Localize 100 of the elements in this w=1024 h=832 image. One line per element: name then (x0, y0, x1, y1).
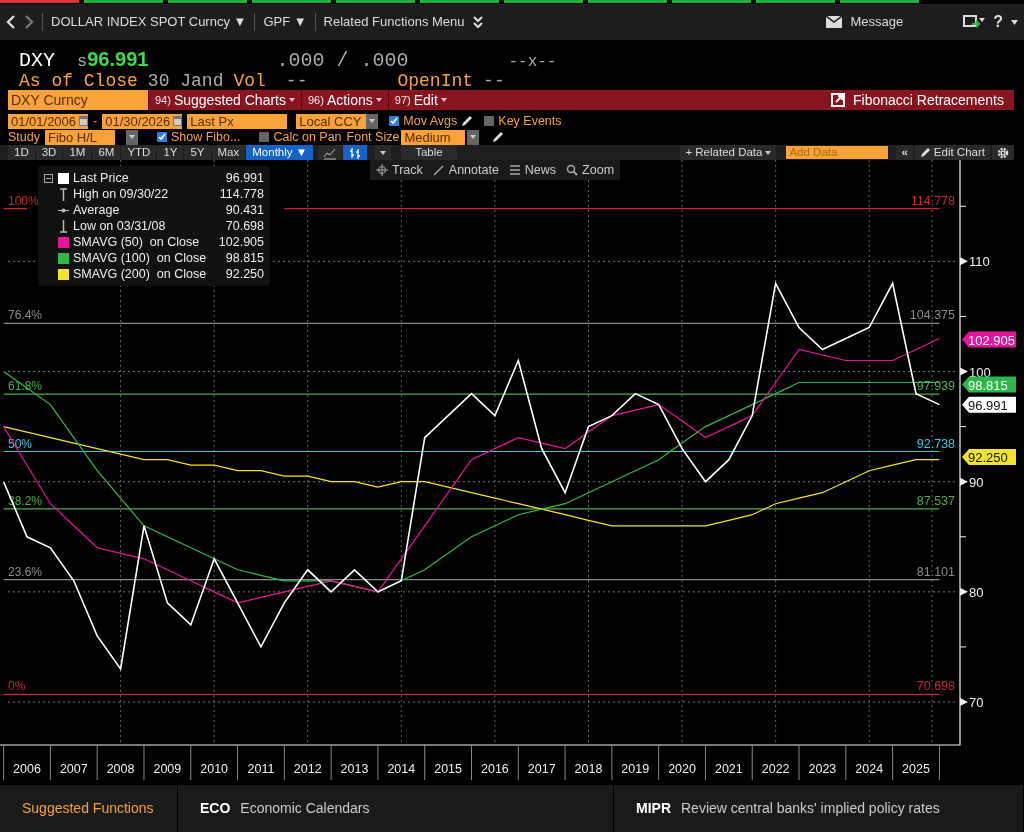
period-button[interactable]: 1M (63, 145, 92, 160)
legend-value: 114.778 (219, 185, 264, 203)
security-field[interactable]: DXY Curncy (8, 90, 148, 110)
caret-icon (369, 119, 376, 123)
quote-date: 30 Jand (147, 70, 224, 93)
axis-label: 2019 (621, 762, 650, 776)
function-link[interactable]: ECO Economic Calendars (178, 785, 614, 832)
period-button[interactable]: YTD (121, 145, 157, 160)
bid-ask-size: --x-- (508, 52, 557, 73)
axis-label: 2009 (153, 762, 182, 776)
envelope-icon[interactable] (826, 16, 843, 28)
related-functions-menu[interactable]: Related Functions Menu (323, 12, 465, 32)
legend-value: 98.815 (225, 249, 264, 267)
checkbox[interactable] (389, 116, 400, 126)
price-tag: 98.815 (962, 376, 1016, 393)
legend-value: 96.991 (225, 169, 264, 187)
related-data-button[interactable]: + Related Data (680, 145, 777, 160)
chart-tool-button[interactable]: Zoom (566, 160, 615, 180)
caret-icon (470, 135, 477, 139)
help-button[interactable]: ? (993, 10, 1003, 34)
pencil-icon (919, 147, 931, 158)
chart-tool-button[interactable]: Annotate (432, 160, 499, 180)
legend-value: 70.698 (225, 217, 264, 235)
checkbox[interactable] (484, 116, 495, 126)
axis-label: 80 (960, 584, 984, 600)
checkbox-label[interactable]: Calc on Pan (273, 127, 342, 147)
fibonacci-link[interactable]: Fibonacci Retracements (853, 89, 1004, 111)
edit-chart-button[interactable]: Edit Chart (914, 145, 990, 160)
y-tick-label: 80 (969, 584, 984, 600)
period-button[interactable]: 1Y (157, 145, 184, 160)
axis-label: 2012 (293, 762, 322, 776)
chart-type-dropdown[interactable] (375, 145, 392, 160)
message-button[interactable]: Message (850, 12, 904, 32)
menu-button[interactable]: 94) Suggested Charts (148, 90, 301, 110)
checkbox[interactable] (156, 132, 167, 142)
crosshair-icon (376, 164, 388, 176)
pencil-icon[interactable] (492, 131, 505, 143)
chart-tool-button[interactable]: News (508, 160, 557, 180)
collapse-button[interactable]: « (896, 145, 913, 160)
fibonacci-value: 87.537 (916, 493, 955, 508)
legend-label: SMAVG (100) on Close (73, 249, 207, 267)
settings-icon (997, 146, 1009, 159)
last-price: 96.991 (87, 47, 149, 72)
legend-label: High on 09/30/22 (73, 185, 169, 203)
legend-label: Last Price (73, 169, 129, 187)
as-of-label: As of Close (19, 70, 138, 93)
external-link-icon[interactable] (831, 93, 846, 107)
collapse-icon[interactable] (43, 173, 53, 183)
pencil-icon[interactable] (461, 115, 474, 127)
checkbox-label[interactable]: Key Events (498, 111, 562, 131)
fibonacci-value: 104.375 (909, 308, 955, 323)
fibonacci-value: 70.698 (916, 679, 955, 694)
chart-type-button[interactable] (343, 145, 368, 160)
period-button[interactable]: 3D (35, 145, 63, 160)
suggested-functions-label: Suggested Functions (22, 799, 154, 818)
period-button[interactable]: 6M (92, 145, 121, 160)
period-button[interactable]: Monthly ▼ (246, 145, 314, 160)
axis-label: 2008 (106, 762, 135, 776)
y-tick-label: 90 (969, 474, 984, 490)
price-prefix: s (77, 51, 88, 73)
axis-label: 2011 (247, 762, 275, 776)
price-tag: 96.991 (962, 396, 1016, 413)
legend-label: Low on 03/31/08 (73, 217, 166, 235)
checkbox[interactable] (259, 132, 270, 142)
double-chevron-icon[interactable] (472, 15, 483, 29)
checkbox-label[interactable]: Mov Avgs (403, 111, 458, 131)
volume-label: Vol (233, 70, 266, 93)
period-button[interactable]: 1D (8, 145, 35, 160)
fibonacci-percent: 100% (8, 193, 39, 208)
date-field[interactable]: 01/01/2006 (8, 113, 89, 129)
axis-label: 2010 (200, 762, 229, 776)
add-data-field[interactable]: Add Data (786, 146, 889, 159)
date-field[interactable]: 01/30/2026 (102, 113, 183, 129)
legend-label: Average (73, 201, 120, 219)
open-interest-value: -- (483, 70, 505, 93)
legend-value: 92.250 (225, 265, 264, 283)
back-icon[interactable] (6, 15, 16, 29)
menu-button[interactable]: 96) Actions (301, 90, 388, 110)
checkbox-label[interactable]: Show Fibo... (170, 127, 241, 147)
caret-icon (380, 150, 387, 155)
period-button[interactable]: Max (211, 145, 246, 160)
field-selector[interactable]: Last Px (187, 113, 288, 129)
axis-label: 2024 (855, 762, 884, 776)
period-button[interactable]: 5Y (184, 145, 211, 160)
forward-icon[interactable] (24, 15, 34, 29)
fibonacci-value: 81.101 (916, 564, 955, 579)
security-dropdown[interactable]: DOLLAR INDEX SPOT Curncy ▼ (51, 12, 247, 32)
list-icon (508, 164, 521, 176)
settings-button[interactable] (992, 145, 1014, 160)
menu-button[interactable]: 97) Edit (387, 90, 453, 110)
axis-label: 2023 (808, 762, 837, 776)
study-label: Study (8, 128, 40, 146)
caret-icon (289, 98, 295, 102)
caret-icon (128, 135, 135, 139)
function-link[interactable]: MIPR Review central banks' implied policy rates (614, 785, 1024, 832)
chart-tool-button[interactable]: Track (376, 160, 423, 180)
function-dropdown[interactable]: GPF ▼ (263, 12, 307, 32)
screen-export-icon[interactable] (963, 15, 986, 29)
date-separator: - (93, 112, 98, 130)
table-button[interactable]: Table (401, 145, 457, 160)
